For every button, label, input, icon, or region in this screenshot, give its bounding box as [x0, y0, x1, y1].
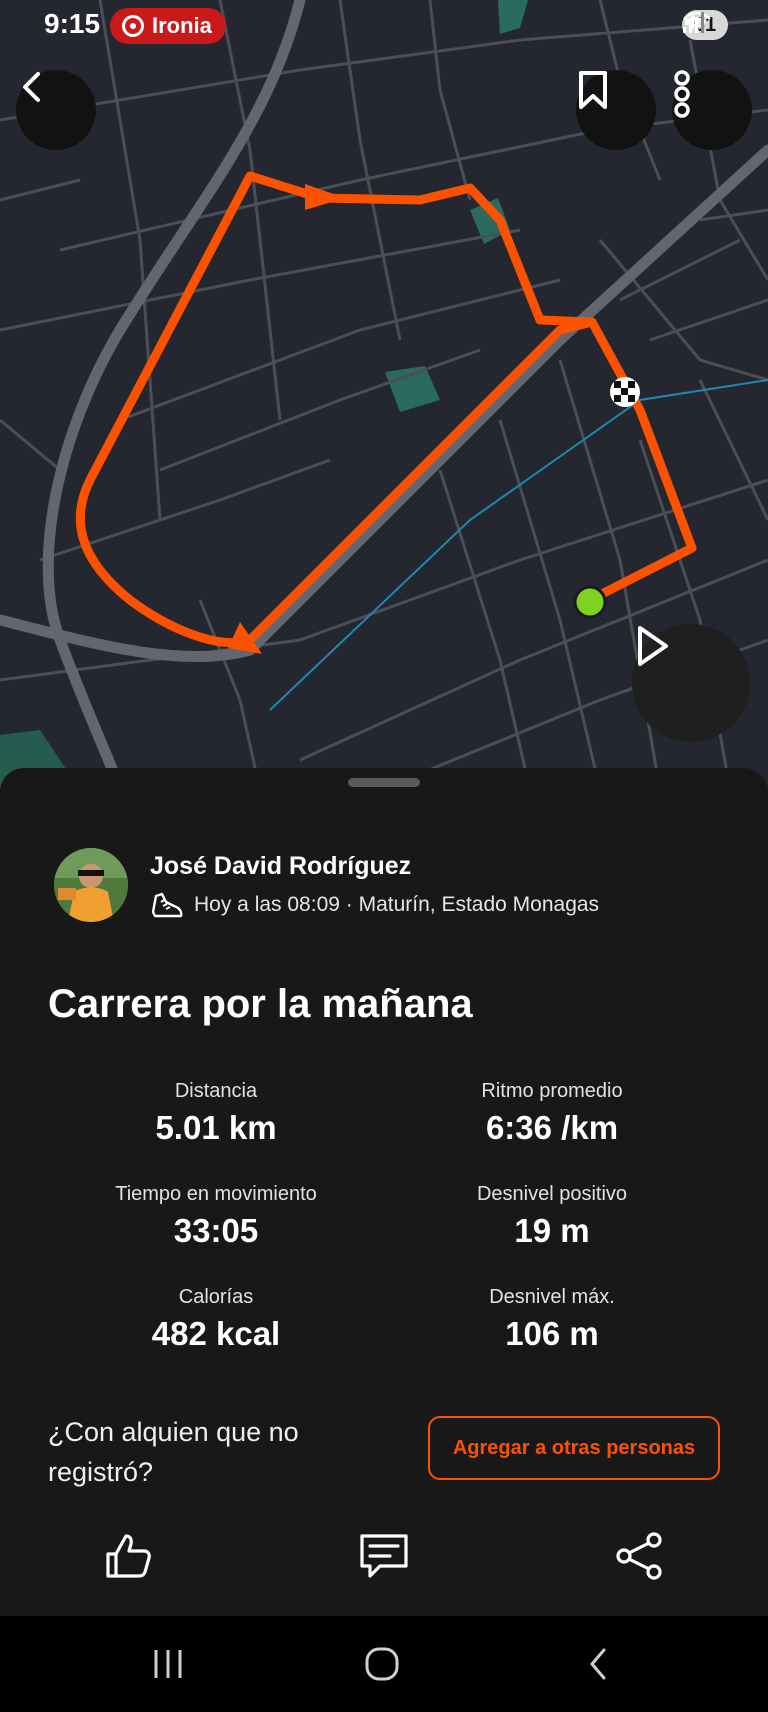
activity-sheet: José David Rodríguez Hoy a las 08:09 · M…	[0, 768, 768, 1616]
activity-title: Carrera por la mañana	[48, 982, 473, 1026]
status-icons: 61	[682, 10, 728, 40]
finish-flag-icon	[610, 377, 640, 407]
start-marker	[573, 585, 607, 619]
play-flyover-button[interactable]	[632, 624, 750, 742]
like-button[interactable]	[92, 1520, 164, 1592]
stat-value: 5.01 km	[155, 1109, 277, 1146]
stat-value: 19 m	[514, 1212, 590, 1249]
stat-calories: Calorías 482 kcal	[66, 1286, 366, 1353]
stat-label: Desnivel positivo	[476, 1183, 628, 1205]
stat-label: Distancia	[174, 1080, 258, 1102]
bookmark-button[interactable]	[576, 70, 656, 150]
stat-label: Desnivel máx.	[489, 1286, 615, 1308]
comment-icon	[360, 1534, 408, 1578]
recent-apps-icon	[154, 1650, 182, 1678]
system-back-button[interactable]	[568, 1640, 628, 1688]
record-icon	[122, 15, 144, 37]
sheet-drag-handle[interactable]	[348, 778, 420, 787]
avatar[interactable]	[54, 848, 128, 922]
recording-indicator[interactable]: Ironia	[110, 8, 226, 44]
system-back-icon	[590, 1648, 606, 1680]
system-nav-bar	[0, 1616, 768, 1712]
stat-distance: Distancia 5.01 km	[66, 1080, 366, 1147]
like-icon	[106, 1534, 151, 1578]
stat-label: Tiempo en movimiento	[115, 1183, 317, 1205]
more-vertical-icon	[674, 70, 690, 118]
add-others-button[interactable]: Agregar a otras personas	[428, 1416, 720, 1480]
back-button[interactable]	[16, 70, 96, 150]
home-button[interactable]	[352, 1640, 412, 1688]
share-icon	[616, 1532, 662, 1580]
stat-avg-pace: Ritmo promedio 6:36 /km	[402, 1080, 702, 1147]
athlete-photo	[54, 848, 128, 922]
route-map[interactable]: 9:15 Ironia 61	[0, 0, 768, 790]
stat-moving-time: Tiempo en movimiento 33:05	[66, 1183, 366, 1250]
stat-max-elevation: Desnivel máx. 106 m	[402, 1286, 702, 1353]
stat-value: 6:36 /km	[485, 1109, 619, 1146]
play-icon	[638, 626, 668, 666]
back-icon	[23, 72, 40, 102]
recent-apps-button[interactable]	[138, 1640, 198, 1688]
tag-others-prompt: ¿Con alquien que no registró?	[48, 1417, 299, 1487]
stat-elevation-gain: Desnivel positivo 19 m	[402, 1183, 702, 1250]
recording-app-label: Ironia	[152, 13, 212, 38]
signal-icon	[683, 12, 704, 33]
home-icon	[365, 1647, 399, 1681]
status-bar: 9:15 Ironia 61	[0, 0, 768, 54]
stat-value: 106 m	[505, 1315, 599, 1352]
stat-label: Ritmo promedio	[481, 1080, 623, 1102]
activity-meta-text: Hoy a las 08:09 · Maturín, Estado Monaga…	[194, 893, 600, 916]
more-options-button[interactable]	[672, 70, 752, 150]
stat-value: 33:05	[173, 1212, 259, 1249]
athlete-name[interactable]: José David Rodríguez	[150, 852, 411, 881]
running-shoe-icon	[151, 892, 183, 918]
stat-label: Calorías	[178, 1286, 254, 1308]
stat-value: 482 kcal	[151, 1315, 281, 1352]
bookmark-icon	[579, 71, 607, 109]
comment-button[interactable]	[348, 1520, 420, 1592]
share-button[interactable]	[604, 1520, 676, 1592]
activity-meta: Hoy a las 08:09 · Maturín, Estado Monaga…	[150, 890, 599, 920]
status-time: 9:15	[44, 8, 101, 39]
